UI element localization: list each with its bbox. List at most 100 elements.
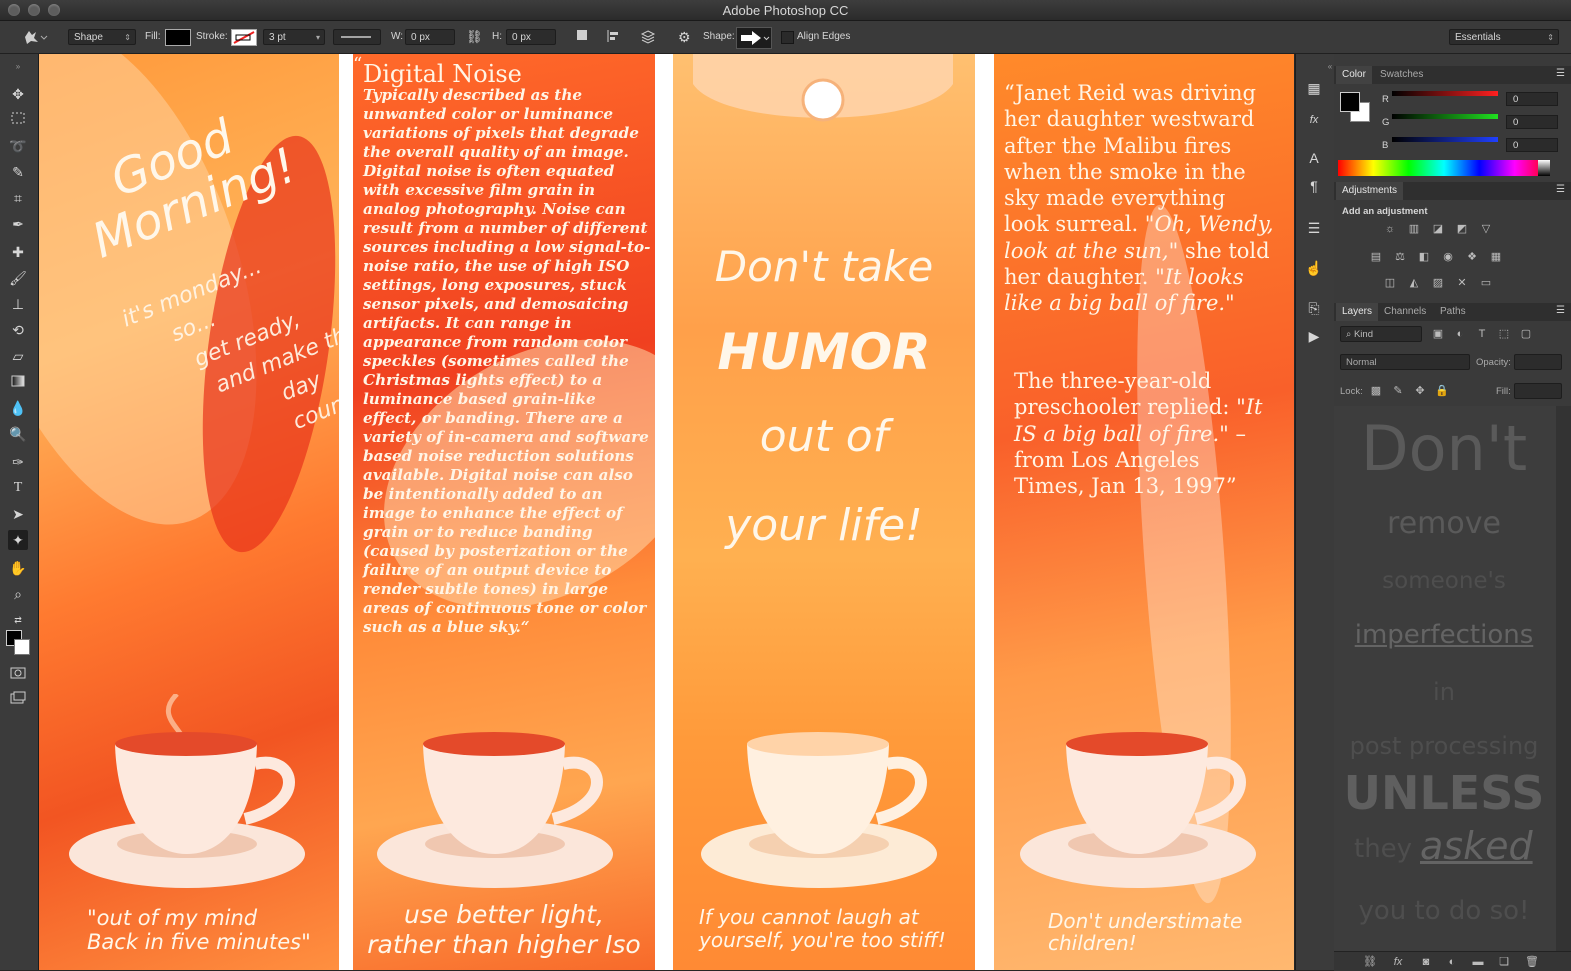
document-canvas[interactable]: Good Morning! it's monday... so... get r… <box>39 54 1294 970</box>
filter-smart-object-icon[interactable]: ▢ <box>1518 327 1534 341</box>
path-arrangement-icon[interactable] <box>640 29 658 45</box>
layers-list[interactable]: Don't remove someone's imperfections in … <box>1334 406 1556 951</box>
stroke-swatch[interactable] <box>231 29 257 46</box>
lock-image-pixels-icon[interactable]: ✎ <box>1390 384 1406 398</box>
threshold-icon[interactable]: ▨ <box>1430 276 1446 290</box>
filter-type-icon[interactable]: T <box>1474 327 1490 341</box>
history-panel-icon[interactable]: ▦ <box>1304 78 1324 98</box>
swap-colors-icon[interactable]: ⇄ <box>8 610 28 630</box>
panel-menu-icon[interactable]: ☰ <box>1556 305 1565 316</box>
gear-icon[interactable]: ⚙ <box>678 29 694 45</box>
height-field[interactable]: 0 px <box>506 29 556 45</box>
brightness-contrast-icon[interactable]: ☼ <box>1382 222 1398 236</box>
new-layer-icon[interactable]: ❏ <box>1496 955 1512 969</box>
paragraph-panel-icon[interactable]: ¶ <box>1304 176 1324 196</box>
width-field[interactable]: 0 px <box>405 29 455 45</box>
dodge-tool-icon[interactable]: 🔍 <box>8 424 28 444</box>
lock-transparent-pixels-icon[interactable]: ▩ <box>1368 384 1384 398</box>
lock-all-icon[interactable]: 🔒 <box>1434 384 1450 398</box>
posterize-icon[interactable]: ◭ <box>1406 276 1422 290</box>
layers-scrollbar[interactable] <box>1556 406 1571 951</box>
fill-field[interactable] <box>1514 383 1562 399</box>
lasso-tool-icon[interactable]: ➰ <box>8 136 28 156</box>
tab-channels[interactable]: Channels <box>1378 303 1432 321</box>
photo-filter-icon[interactable]: ◉ <box>1440 250 1456 264</box>
move-tool-icon[interactable]: ✥ <box>8 84 28 104</box>
lock-position-icon[interactable]: ✥ <box>1412 384 1428 398</box>
tool-presets-icon[interactable]: ☝ <box>1304 258 1324 278</box>
tab-swatches[interactable]: Swatches <box>1374 66 1429 84</box>
b-value-field[interactable]: 0 <box>1506 138 1558 152</box>
healing-brush-tool-icon[interactable]: ✚ <box>8 242 28 262</box>
hue-saturation-icon[interactable]: ▤ <box>1368 250 1384 264</box>
tab-paths[interactable]: Paths <box>1434 303 1472 321</box>
history-brush-tool-icon[interactable]: ⟲ <box>8 320 28 340</box>
channel-mixer-icon[interactable]: ❖ <box>1464 250 1480 264</box>
layer-style-icon[interactable]: fx <box>1390 955 1406 969</box>
eraser-tool-icon[interactable]: ▱ <box>8 346 28 366</box>
vibrance-icon[interactable]: ▽ <box>1478 222 1494 236</box>
gradient-map-icon[interactable]: ▭ <box>1478 276 1494 290</box>
add-mask-icon[interactable]: ◙ <box>1418 955 1434 969</box>
curves-icon[interactable]: ◪ <box>1430 222 1446 236</box>
black-white-icon[interactable]: ◧ <box>1416 250 1432 264</box>
clone-stamp-tool-icon[interactable]: ⊥ <box>8 294 28 314</box>
tab-adjustments[interactable]: Adjustments <box>1336 182 1404 200</box>
history-states-icon[interactable]: ⎘ <box>1304 298 1324 318</box>
character-panel-icon[interactable]: A <box>1304 148 1324 168</box>
custom-shape-tool-icon[interactable]: ✦ <box>8 530 28 550</box>
marquee-tool-icon[interactable] <box>8 110 28 130</box>
r-slider[interactable] <box>1392 91 1498 96</box>
levels-icon[interactable]: ▥ <box>1406 222 1422 236</box>
pen-tool-icon[interactable]: ✑ <box>8 452 28 472</box>
g-value-field[interactable]: 0 <box>1506 115 1558 129</box>
zoom-tool-icon[interactable]: ⌕ <box>8 584 28 604</box>
exposure-icon[interactable]: ◩ <box>1454 222 1470 236</box>
link-layers-icon[interactable]: ⛓ <box>1362 955 1378 969</box>
panel-menu-icon[interactable]: ☰ <box>1556 184 1565 195</box>
selective-color-icon[interactable]: ✕ <box>1454 276 1470 290</box>
link-icon[interactable]: ⛓ <box>466 29 483 45</box>
play-action-icon[interactable]: ▶ <box>1304 326 1324 346</box>
quick-mask-icon[interactable] <box>8 664 28 684</box>
filter-adjustment-icon[interactable]: ◐ <box>1452 327 1468 341</box>
layer-filter-kind-select[interactable]: ⌕ Kind <box>1340 326 1422 342</box>
eyedropper-tool-icon[interactable]: ✒ <box>8 214 28 234</box>
b-slider[interactable] <box>1392 137 1498 142</box>
opacity-field[interactable] <box>1514 354 1562 370</box>
workspace-select[interactable]: Essentials ⇕ <box>1449 29 1559 45</box>
filter-pixel-icon[interactable]: ▣ <box>1430 327 1446 341</box>
trash-icon[interactable]: 🗑 <box>1524 955 1540 969</box>
filter-shape-icon[interactable]: ⬚ <box>1496 327 1512 341</box>
properties-panel-icon[interactable]: ☰ <box>1304 218 1324 238</box>
color-balance-icon[interactable]: ⚖ <box>1392 250 1408 264</box>
gradient-tool-icon[interactable] <box>8 372 28 392</box>
shape-picker[interactable] <box>736 27 772 49</box>
new-group-icon[interactable]: ▬ <box>1470 955 1486 969</box>
panel-menu-icon[interactable]: ☰ <box>1556 68 1565 79</box>
tab-color[interactable]: Color <box>1336 66 1372 84</box>
brush-tool-icon[interactable]: 🖌 <box>8 268 28 288</box>
color-lookup-icon[interactable]: ▦ <box>1488 250 1504 264</box>
blur-tool-icon[interactable]: 💧 <box>8 398 28 418</box>
stroke-width-field[interactable]: 3 pt ▾ <box>263 29 325 45</box>
tab-layers[interactable]: Layers <box>1336 303 1379 321</box>
g-slider[interactable] <box>1392 114 1498 119</box>
screen-mode-icon[interactable] <box>8 690 28 710</box>
crop-tool-icon[interactable]: ⌗ <box>8 188 28 208</box>
path-operations-icon[interactable] <box>576 29 590 45</box>
align-edges-checkbox[interactable] <box>781 31 794 44</box>
fill-swatch[interactable] <box>165 29 191 46</box>
tool-mode-select[interactable]: Shape ⇕ <box>68 29 136 45</box>
r-value-field[interactable]: 0 <box>1506 92 1558 106</box>
blend-mode-select[interactable]: Normal <box>1340 354 1470 370</box>
hand-tool-icon[interactable]: ✋ <box>8 558 28 578</box>
quick-selection-tool-icon[interactable]: ✎ <box>8 162 28 182</box>
custom-shape-tool-preset-icon[interactable] <box>22 29 50 45</box>
foreground-color-swatch-top[interactable] <box>1340 92 1360 112</box>
collapse-arrows-icon[interactable]: » <box>8 57 28 77</box>
path-alignment-icon[interactable] <box>606 29 622 45</box>
stroke-type-select[interactable] <box>333 29 381 45</box>
color-spectrum-bar[interactable] <box>1338 160 1550 176</box>
background-color-swatch[interactable] <box>14 639 30 655</box>
